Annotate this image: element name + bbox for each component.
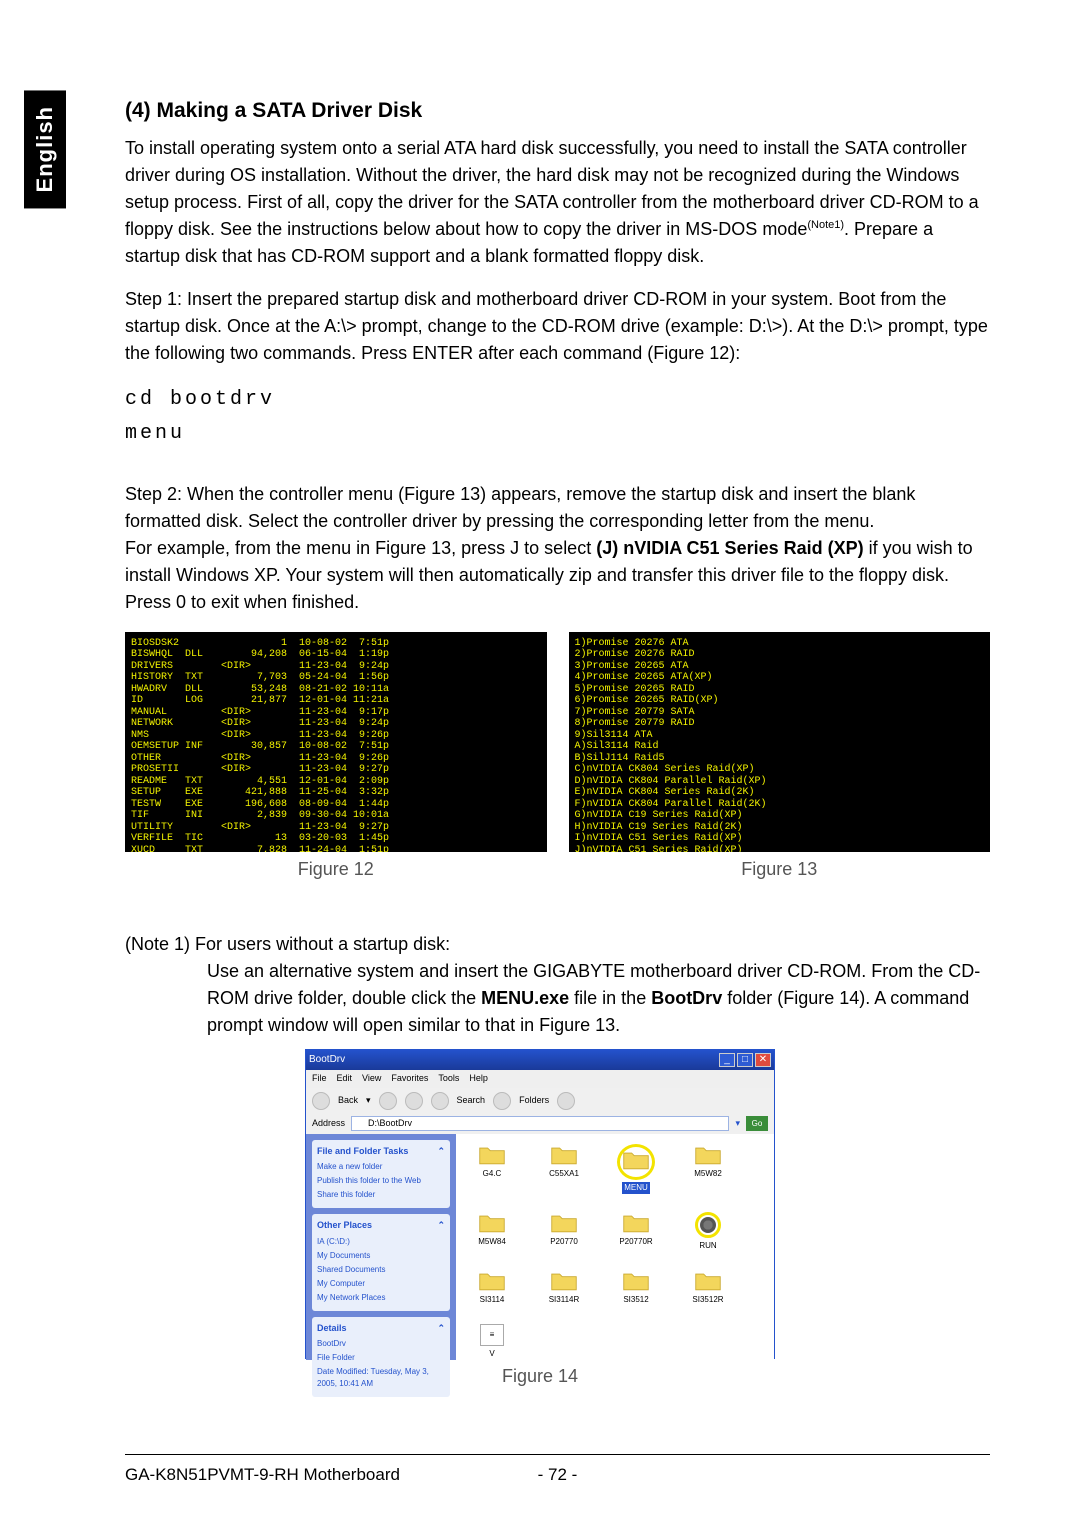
figure13-screenshot: 1)Promise 20276 ATA2)Promise 20276 RAID3… bbox=[569, 632, 991, 852]
sidebar-link[interactable]: Shared Documents bbox=[317, 1264, 445, 1276]
footer-center: - 72 - bbox=[518, 1465, 598, 1485]
chevron-icon[interactable]: ⌃ bbox=[437, 1145, 445, 1159]
sidebar-link[interactable]: My Documents bbox=[317, 1250, 445, 1262]
panel2-title: Other Places bbox=[317, 1219, 372, 1233]
back-label[interactable]: Back bbox=[338, 1094, 358, 1108]
toolbar: Back ▾ Search Folders bbox=[306, 1088, 774, 1114]
folders-label[interactable]: Folders bbox=[519, 1094, 549, 1108]
sidebar-link[interactable]: Publish this folder to the Web bbox=[317, 1175, 445, 1187]
chevron-icon[interactable]: ⌃ bbox=[437, 1322, 445, 1336]
views-icon[interactable] bbox=[557, 1092, 575, 1110]
language-tab: English bbox=[24, 90, 66, 208]
folder-item-si3114[interactable]: SI3114 bbox=[466, 1270, 518, 1306]
folder-item-m5w84[interactable]: M5W84 bbox=[466, 1212, 518, 1252]
figure13-caption: Figure 13 bbox=[569, 856, 991, 883]
menu-edit[interactable]: Edit bbox=[337, 1072, 353, 1086]
note1-text1: For users without a startup disk: bbox=[195, 934, 450, 954]
highlight-circle bbox=[695, 1212, 721, 1238]
folder-item-si3512r[interactable]: SI3512R bbox=[682, 1270, 734, 1306]
sidebar-link[interactable]: IA (C:\D:) bbox=[317, 1236, 445, 1248]
text-file-icon: ≡ bbox=[480, 1324, 504, 1346]
forward-icon[interactable] bbox=[379, 1092, 397, 1110]
up-icon[interactable] bbox=[405, 1092, 423, 1110]
step2-bold: (J) nVIDIA C51 Series Raid (XP) bbox=[596, 538, 863, 558]
back-icon[interactable] bbox=[312, 1092, 330, 1110]
menu-view[interactable]: View bbox=[362, 1072, 381, 1086]
menu-file[interactable]: File bbox=[312, 1072, 327, 1086]
go-button[interactable]: Go bbox=[746, 1116, 768, 1131]
address-value: D:\BootDrv bbox=[368, 1117, 412, 1131]
address-field[interactable]: D:\BootDrv bbox=[351, 1116, 729, 1131]
folder-item-si3114r[interactable]: SI3114R bbox=[538, 1270, 590, 1306]
sidebar-link[interactable]: Make a new folder bbox=[317, 1161, 445, 1173]
step1-text: Step 1: Insert the prepared startup disk… bbox=[125, 286, 990, 367]
command-line-1: cd bootdrv bbox=[125, 383, 990, 417]
note1-bold2: BootDrv bbox=[651, 988, 722, 1008]
note1-label: (Note 1) bbox=[125, 934, 190, 954]
step2-p2a: For example, from the menu in Figure 13,… bbox=[125, 538, 596, 558]
menu-favorites[interactable]: Favorites bbox=[391, 1072, 428, 1086]
search-label[interactable]: Search bbox=[457, 1094, 486, 1108]
panel1-title: File and Folder Tasks bbox=[317, 1145, 408, 1159]
footer-left: GA-K8N51PVMT-9-RH Motherboard bbox=[125, 1465, 518, 1485]
folder-item-p20770[interactable]: P20770 bbox=[538, 1212, 590, 1252]
folder-icon bbox=[356, 1118, 368, 1130]
sidebar-link: BootDrv bbox=[317, 1338, 445, 1350]
chevron-icon[interactable]: ⌃ bbox=[437, 1219, 445, 1233]
command-line-2: menu bbox=[125, 417, 990, 451]
gear-icon bbox=[700, 1217, 716, 1233]
highlight-circle bbox=[617, 1144, 655, 1180]
search-icon[interactable] bbox=[431, 1092, 449, 1110]
menu-tools[interactable]: Tools bbox=[438, 1072, 459, 1086]
folder-item-v[interactable]: ≡V bbox=[466, 1324, 518, 1360]
folder-area: G4.C C55XA1 MENU M5W82 M5W84 P20770 P20770R RUN… bbox=[456, 1134, 774, 1360]
figure12-screenshot: BIOSDSK2 1 10-08-02 7:51pBISWHQL DLL 94,… bbox=[125, 632, 547, 852]
address-label: Address bbox=[312, 1117, 345, 1131]
explorer-sidebar: File and Folder Tasks ⌃ Make a new folder… bbox=[306, 1134, 456, 1360]
note1-bold1: MENU.exe bbox=[481, 988, 569, 1008]
sidebar-link[interactable]: Share this folder bbox=[317, 1189, 445, 1201]
maximize-button[interactable]: □ bbox=[737, 1053, 753, 1067]
minimize-button[interactable]: _ bbox=[719, 1053, 735, 1067]
figure14-window: BootDrv _ □ ✕ File Edit View Favorites Tools… bbox=[305, 1049, 775, 1359]
folder-item-run[interactable]: RUN bbox=[682, 1212, 734, 1252]
sidebar-link: Date Modified: Tuesday, May 3, 2005, 10:… bbox=[317, 1366, 445, 1390]
window-title: BootDrv bbox=[309, 1052, 345, 1067]
folder-item-m5w82[interactable]: M5W82 bbox=[682, 1144, 734, 1194]
menubar: File Edit View Favorites Tools Help bbox=[306, 1070, 774, 1088]
folder-item-menu[interactable]: MENU bbox=[610, 1144, 662, 1194]
footer-right bbox=[598, 1465, 991, 1485]
sidebar-link: File Folder bbox=[317, 1352, 445, 1364]
menu-help[interactable]: Help bbox=[469, 1072, 488, 1086]
folders-icon[interactable] bbox=[493, 1092, 511, 1110]
close-button[interactable]: ✕ bbox=[755, 1053, 771, 1067]
figure12-caption: Figure 12 bbox=[125, 856, 547, 883]
sidebar-link[interactable]: My Computer bbox=[317, 1278, 445, 1290]
sidebar-link[interactable]: My Network Places bbox=[317, 1292, 445, 1304]
folder-item-p20770r[interactable]: P20770R bbox=[610, 1212, 662, 1252]
folder-item-si3512[interactable]: SI3512 bbox=[610, 1270, 662, 1306]
folder-item-c55xa1[interactable]: C55XA1 bbox=[538, 1144, 590, 1194]
step2-p1: Step 2: When the controller menu (Figure… bbox=[125, 481, 990, 535]
note-ref: (Note1) bbox=[807, 219, 844, 231]
note1-text3: file in the bbox=[569, 988, 651, 1008]
folder-item-g4.c[interactable]: G4.C bbox=[466, 1144, 518, 1194]
footer-rule bbox=[125, 1454, 990, 1455]
panel3-title: Details bbox=[317, 1322, 347, 1336]
section-title: (4) Making a SATA Driver Disk bbox=[125, 95, 990, 127]
